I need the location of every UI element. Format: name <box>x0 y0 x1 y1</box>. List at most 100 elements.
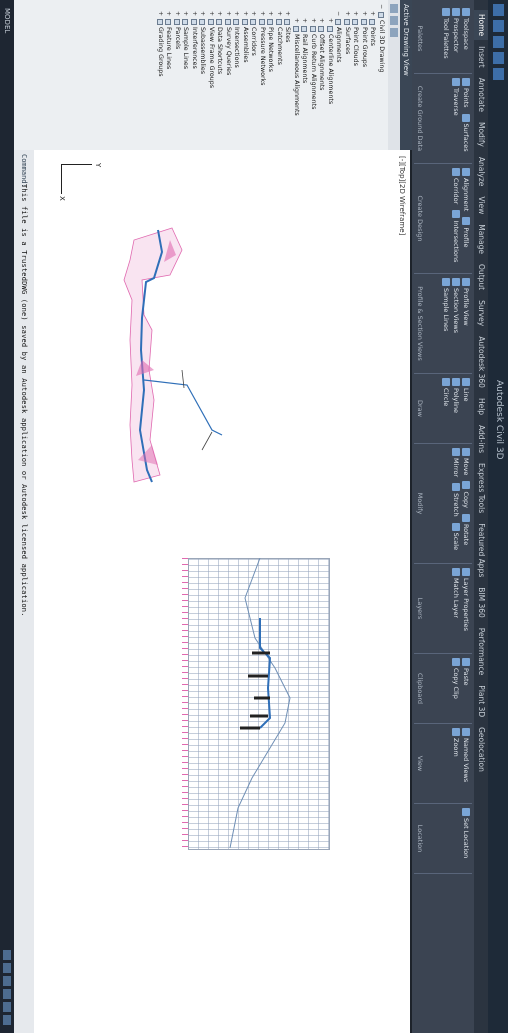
tree-node[interactable]: + Pipe Networks <box>266 4 275 148</box>
list-view-icon[interactable] <box>390 16 398 25</box>
expand-icon[interactable]: + <box>292 18 300 24</box>
cmd-alignment[interactable]: Alignment <box>462 168 470 211</box>
expand-icon[interactable]: + <box>224 11 232 17</box>
tree-node[interactable]: + Intersections <box>232 4 241 148</box>
cmd-section-views[interactable]: Section Views <box>452 278 460 333</box>
tree-node[interactable]: + View Frame Groups <box>207 4 215 148</box>
tab-bim-360[interactable]: BIM 360 <box>474 583 488 622</box>
cmd-tool-palettes[interactable]: Tool Palettes <box>442 8 450 59</box>
tree-node[interactable]: + Corridors <box>249 4 258 148</box>
tab-view[interactable]: View <box>474 192 488 218</box>
cmd-sample-lines[interactable]: Sample Lines <box>442 278 450 331</box>
expand-icon[interactable]: + <box>207 11 215 17</box>
tab-autodesk-360[interactable]: Autodesk 360 <box>474 332 488 392</box>
expand-icon[interactable]: + <box>283 11 292 17</box>
tab-modify[interactable]: Modify <box>474 118 488 151</box>
snap-toggle-icon[interactable] <box>3 963 11 973</box>
expand-icon[interactable]: + <box>317 18 326 24</box>
tree-node[interactable]: + Miscellaneous Alignments <box>292 4 300 148</box>
tree-node[interactable]: + Parcels <box>173 4 181 148</box>
save-icon[interactable] <box>493 36 504 48</box>
tab-help[interactable]: Help <box>474 394 488 419</box>
open-icon[interactable] <box>493 20 504 32</box>
profile-lines[interactable] <box>190 558 330 848</box>
cmd-intersections[interactable]: Intersections <box>452 210 460 262</box>
cmd-toolspace[interactable]: Toolspace <box>462 8 470 50</box>
expand-icon[interactable]: + <box>326 18 334 24</box>
cmd-paste[interactable]: Paste <box>462 658 470 686</box>
tab-manage[interactable]: Manage <box>474 220 488 258</box>
tree-node[interactable]: − Alignments <box>334 4 343 148</box>
tab-insert[interactable]: Insert <box>474 42 488 72</box>
tree-node[interactable]: + Surfaces <box>343 4 351 148</box>
collapse-icon[interactable]: − <box>377 4 385 10</box>
undo-icon[interactable] <box>493 52 504 64</box>
plan-alignment[interactable] <box>92 220 242 520</box>
tree-node[interactable]: + Assemblies <box>241 4 249 148</box>
command-line[interactable]: Command: This file is a TrustedDWG (one)… <box>14 150 34 1033</box>
tab-geolocation[interactable]: Geolocation <box>474 723 488 776</box>
ortho-toggle-icon[interactable] <box>3 976 11 986</box>
tab-survey[interactable]: Survey <box>474 296 488 330</box>
cmd-stretch[interactable]: Stretch <box>452 483 460 517</box>
tab-express-tools[interactable]: Express Tools <box>474 459 488 517</box>
cmd-surfaces[interactable]: Surfaces <box>462 113 470 152</box>
refresh-icon[interactable] <box>390 28 398 37</box>
cmd-rotate[interactable]: Rotate <box>462 513 470 545</box>
tree-node[interactable]: + Subassemblies <box>198 4 207 148</box>
cmd-named-views[interactable]: Named Views <box>462 728 470 782</box>
cmd-match-layer[interactable]: Match Layer <box>452 568 460 618</box>
tab-home[interactable]: Home <box>474 10 488 41</box>
expand-icon[interactable]: + <box>266 11 275 17</box>
expand-icon[interactable]: + <box>351 11 360 17</box>
tree-node[interactable]: + Data Shortcuts <box>215 4 224 148</box>
tree-node[interactable]: + Catchments <box>275 4 283 148</box>
expand-icon[interactable]: + <box>368 11 377 17</box>
tree-node[interactable]: + Points <box>368 4 377 148</box>
cmd-copy-clip[interactable]: Copy Clip <box>452 658 460 699</box>
expand-icon[interactable]: + <box>300 18 309 24</box>
expand-icon[interactable]: + <box>181 11 190 17</box>
tree-node[interactable]: + Rail Alignments <box>300 4 309 148</box>
cmd-copy[interactable]: Copy <box>462 481 470 508</box>
cmd-points[interactable]: Points <box>462 78 470 108</box>
tree-view-icon[interactable] <box>390 4 398 13</box>
polar-toggle-icon[interactable] <box>3 989 11 999</box>
expand-icon[interactable]: + <box>309 18 317 24</box>
cmd-scale[interactable]: Scale <box>452 522 460 550</box>
expand-icon[interactable]: + <box>173 11 181 17</box>
tree-node[interactable]: + Feature Lines <box>164 4 173 148</box>
expand-icon[interactable]: + <box>215 11 224 17</box>
new-icon[interactable] <box>493 4 504 16</box>
viewport-label[interactable]: [-][Top][2D Wireframe] <box>398 156 406 235</box>
tree-node[interactable]: + Pressure Networks <box>258 4 266 148</box>
tree-node[interactable]: + Curb Return Alignments <box>309 4 317 148</box>
cmd-set-location[interactable]: Set Location <box>462 808 470 858</box>
grid-toggle-icon[interactable] <box>3 950 11 960</box>
tree-node[interactable]: + Offset Alignments <box>317 4 326 148</box>
drawing-canvas[interactable]: [-][Top][2D Wireframe] Y X <box>31 150 412 1033</box>
expand-icon[interactable]: + <box>360 11 368 17</box>
tree-node[interactable]: + Sample Lines <box>181 4 190 148</box>
tab-analyze[interactable]: Analyze <box>474 153 488 191</box>
cmd-polyline[interactable]: Polyline <box>452 378 460 413</box>
expand-icon[interactable]: + <box>249 11 258 17</box>
expand-icon[interactable]: + <box>258 11 266 17</box>
tab-featured-apps[interactable]: Featured Apps <box>474 519 488 581</box>
cmd-move[interactable]: Move <box>462 448 470 475</box>
tree-node[interactable]: − Civil 3D Drawing <box>377 4 385 148</box>
cmd-layer-properties[interactable]: Layer Properties <box>462 568 470 631</box>
expand-icon[interactable]: + <box>232 11 241 17</box>
expand-icon[interactable]: + <box>190 11 198 17</box>
tab-add-ins[interactable]: Add-ins <box>474 421 488 457</box>
tree-node[interactable]: + Point Clouds <box>351 4 360 148</box>
cmd-prospector[interactable]: Prospector <box>452 8 460 53</box>
expand-icon[interactable]: + <box>198 11 207 17</box>
tree-node[interactable]: + Point Groups <box>360 4 368 148</box>
collapse-icon[interactable]: − <box>334 11 343 17</box>
expand-icon[interactable]: + <box>343 11 351 17</box>
tab-output[interactable]: Output <box>474 260 488 294</box>
osnap-toggle-icon[interactable] <box>3 1002 11 1012</box>
tab-plant-3d[interactable]: Plant 3D <box>474 681 488 721</box>
cmd-mirror[interactable]: Mirror <box>452 448 460 477</box>
